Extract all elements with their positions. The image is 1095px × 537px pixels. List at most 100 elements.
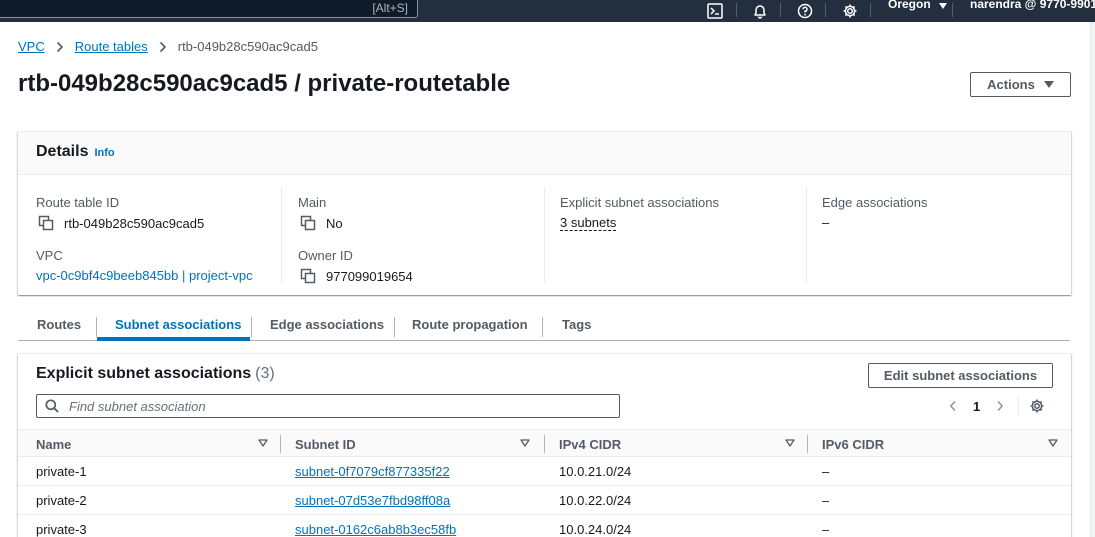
main-label: Main — [298, 195, 327, 210]
tab-divider — [251, 317, 252, 337]
associations-title-text: Explicit subnet associations — [36, 365, 252, 382]
chevron-right-icon[interactable] — [996, 400, 1004, 412]
associations-title: Explicit subnet associations (3) — [36, 365, 275, 383]
subnet-associations-panel: Explicit subnet associations (3) Edit sub… — [18, 353, 1071, 537]
vpc-value: vpc-0c9bf4c9beeb845bb | project-vpc — [36, 268, 253, 283]
column-divider — [544, 187, 545, 283]
subnet-id-link[interactable]: subnet-07d53e7fbd98ff08a — [295, 493, 450, 508]
cell-subnet-id: subnet-07d53e7fbd98ff08a — [295, 486, 450, 515]
account-menu[interactable]: narendra @ 9770-9901-9 — [970, 0, 1095, 11]
table-row[interactable]: private-3 subnet-0162c6ab8b3ec58fb 10.0.… — [18, 515, 1071, 537]
notifications-bell-icon[interactable] — [750, 0, 770, 22]
copy-icon[interactable] — [300, 215, 316, 231]
find-subnet-association-input[interactable]: Find subnet association — [36, 394, 620, 418]
column-header-ipv4-cidr[interactable]: IPv4 CIDR — [559, 430, 621, 458]
topbar-divider — [952, 3, 953, 17]
tab-divider — [542, 317, 543, 337]
associations-count: (3) — [255, 365, 275, 382]
search-shortcut-hint: [Alt+S] — [372, 1, 408, 15]
topbar-divider — [736, 3, 737, 17]
owner-id-label: Owner ID — [298, 248, 353, 263]
route-table-id-text: rtb-049b28c590ac9cad5 — [64, 215, 205, 231]
cell-subnet-id: subnet-0162c6ab8b3ec58fb — [295, 515, 456, 537]
topbar-divider — [825, 3, 826, 17]
edit-subnet-associations-button[interactable]: Edit subnet associations — [868, 363, 1053, 388]
column-divider — [281, 187, 282, 283]
vpc-link[interactable]: vpc-0c9bf4c9beeb845bb | project-vpc — [36, 268, 253, 283]
region-label: Oregon — [888, 0, 931, 11]
info-link[interactable]: Info — [94, 147, 114, 159]
filter-placeholder: Find subnet association — [69, 398, 206, 414]
active-tab-indicator — [97, 337, 250, 341]
topbar-divider — [870, 3, 871, 17]
settings-gear-icon[interactable] — [840, 0, 860, 22]
page-scrollbar[interactable] — [1090, 22, 1095, 537]
explicit-associations-popover[interactable]: 3 subnets — [560, 215, 617, 231]
sort-caret-icon[interactable] — [785, 439, 795, 447]
top-navigation-bar: [Alt+S] Oregon narendra @ 9770-9901-9 — [0, 0, 1095, 22]
tab-subnet-associations[interactable]: Subnet associations — [115, 307, 241, 341]
details-column-3: Explicit subnet associations 3 subnets — [560, 195, 719, 231]
cell-ipv6-cidr: – — [822, 464, 830, 479]
tab-edge-associations[interactable]: Edge associations — [270, 307, 384, 341]
column-divider — [807, 435, 808, 453]
subnet-id-link[interactable]: subnet-0162c6ab8b3ec58fb — [295, 522, 456, 537]
cell-ipv4-cidr: 10.0.22.0/24 — [559, 493, 632, 508]
breadcrumb-vpc-link[interactable]: VPC — [18, 39, 45, 54]
sort-caret-icon[interactable] — [520, 439, 530, 447]
cell-ipv6-cidr: – — [822, 522, 830, 537]
column-header-ipv6-cidr[interactable]: IPv6 CIDR — [822, 430, 884, 458]
breadcrumb-route-tables-link[interactable]: Route tables — [75, 39, 148, 54]
tab-divider — [394, 317, 395, 337]
vpc-label: VPC — [36, 248, 63, 263]
table-header: Name Subnet ID IPv4 CIDR IPv6 CIDR — [18, 429, 1071, 457]
breadcrumb: VPC Route tables rtb-049b28c590ac9cad5 — [18, 39, 318, 54]
explicit-associations-value: 3 subnets — [560, 215, 719, 231]
column-divider — [806, 187, 807, 283]
region-selector[interactable]: Oregon — [888, 0, 948, 12]
caret-down-icon — [939, 0, 948, 12]
column-header-subnet-id[interactable]: Subnet ID — [295, 430, 356, 458]
tab-tags[interactable]: Tags — [562, 307, 591, 341]
main-content: VPC Route tables rtb-049b28c590ac9cad5 r… — [0, 22, 1090, 537]
details-panel: Details Info Route table ID rtb-049b28c59… — [18, 131, 1071, 295]
tab-route-propagation[interactable]: Route propagation — [412, 307, 528, 341]
owner-id-value: 977099019654 — [298, 268, 413, 284]
tab-routes[interactable]: Routes — [37, 307, 81, 341]
column-header-name[interactable]: Name — [36, 430, 71, 458]
table-row[interactable]: private-2 subnet-07d53e7fbd98ff08a 10.0.… — [18, 486, 1071, 515]
help-icon[interactable] — [795, 0, 815, 22]
details-title: Details Info — [36, 143, 115, 161]
topbar-divider — [780, 3, 781, 17]
sort-caret-icon[interactable] — [1048, 439, 1058, 447]
cell-name: private-3 — [36, 522, 87, 537]
caret-down-icon — [1043, 81, 1054, 88]
owner-id-text: 977099019654 — [326, 268, 413, 284]
main-value: No — [298, 215, 413, 231]
cell-ipv4-cidr: 10.0.21.0/24 — [559, 464, 632, 479]
details-column-1: Route table ID rtb-049b28c590ac9cad5 VPC… — [36, 195, 253, 283]
cell-ipv4-cidr: 10.0.24.0/24 — [559, 522, 632, 537]
cloudshell-icon[interactable] — [705, 0, 725, 22]
tab-bar: Routes Subnet associations Edge associat… — [18, 307, 1070, 341]
details-column-4: Edge associations – — [822, 195, 928, 230]
chevron-left-icon[interactable] — [949, 400, 957, 412]
global-search-input[interactable]: [Alt+S] — [0, 0, 418, 18]
sort-caret-icon[interactable] — [258, 439, 268, 447]
copy-icon[interactable] — [300, 268, 316, 284]
page-number[interactable]: 1 — [973, 399, 980, 414]
subnet-id-link[interactable]: subnet-0f7079cf877335f22 — [295, 464, 450, 479]
details-header: Details Info — [18, 132, 1071, 175]
table-row[interactable]: private-1 subnet-0f7079cf877335f22 10.0.… — [18, 457, 1071, 486]
details-title-text: Details — [36, 143, 89, 160]
actions-button-label: Actions — [987, 77, 1035, 92]
edge-associations-label: Edge associations — [822, 195, 928, 210]
table-divider — [1018, 397, 1020, 415]
actions-button[interactable]: Actions — [970, 72, 1071, 97]
chevron-right-icon — [159, 41, 167, 53]
preferences-gear-icon[interactable] — [1029, 398, 1045, 414]
cell-name: private-1 — [36, 464, 87, 479]
route-table-id-label: Route table ID — [36, 195, 120, 210]
page-title: rtb-049b28c590ac9cad5 / private-routetab… — [18, 70, 511, 97]
copy-icon[interactable] — [38, 215, 54, 231]
